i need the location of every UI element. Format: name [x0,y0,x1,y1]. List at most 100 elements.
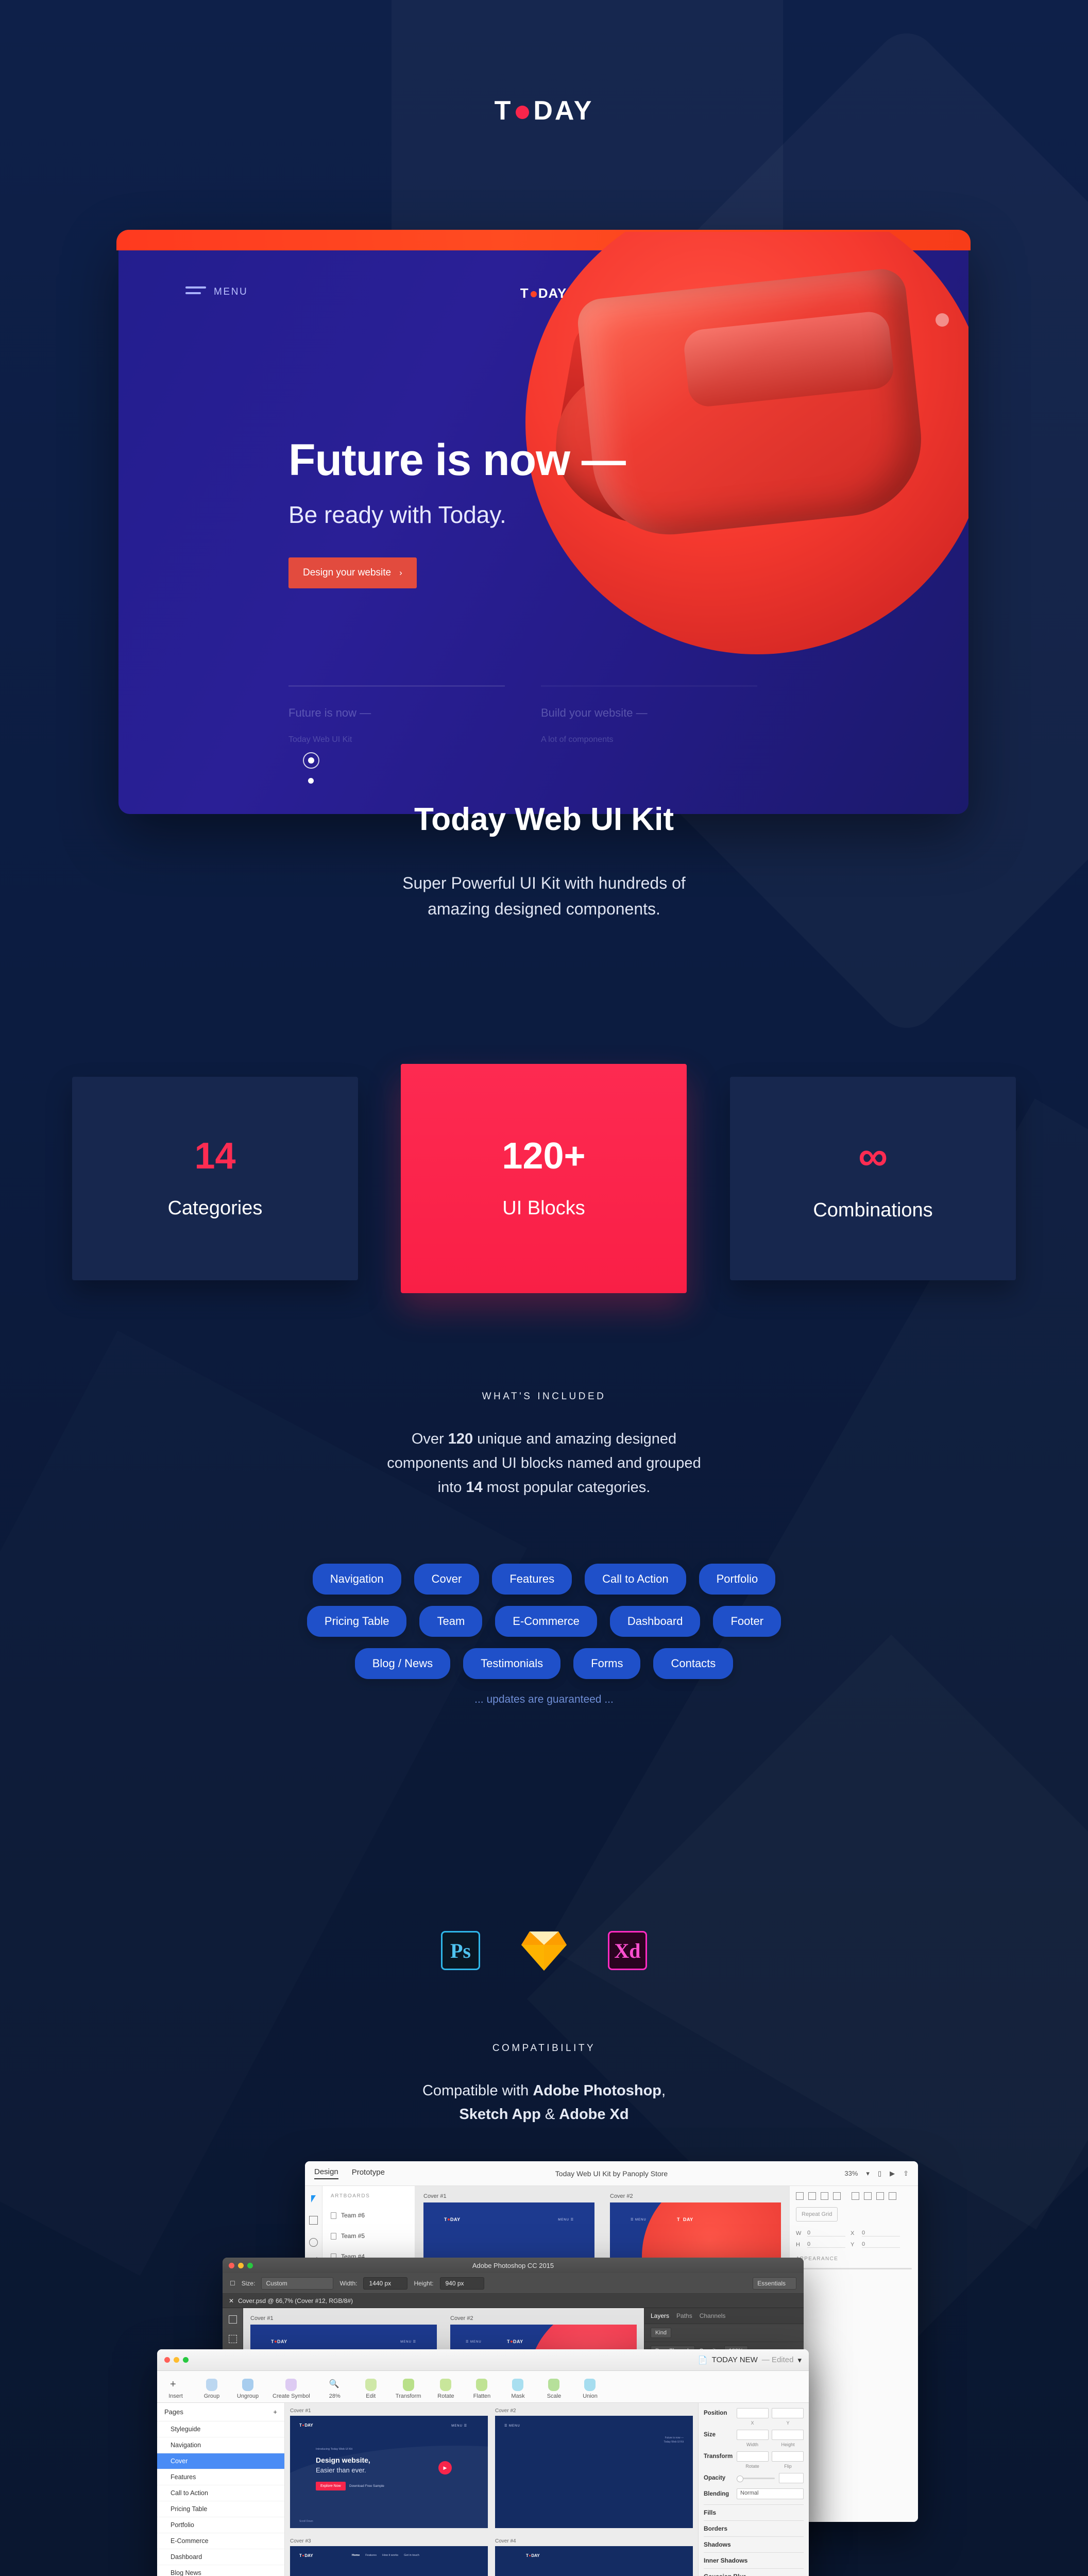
close-tab-icon[interactable]: ✕ [229,2297,234,2304]
pill-team[interactable]: Team [419,1606,483,1637]
pill-call-to-action[interactable]: Call to Action [585,1564,686,1595]
photoshop-document-tab[interactable]: ✕ Cover.psd @ 66,7% (Cover #12, RGB/8#) [223,2294,804,2308]
rotate-tool[interactable]: Rotate [434,2379,457,2399]
sketch-artboard-cover-1[interactable]: Cover #1 T DAY MENU ☰ Introducing Today W… [290,2408,488,2533]
size-select[interactable]: Custom [261,2277,334,2290]
design-your-website-button[interactable]: Design your website › [288,557,417,588]
sketch-canvas[interactable]: Cover #1 T DAY MENU ☰ Introducing Today W… [285,2403,698,2576]
marquee-tool-icon[interactable] [228,2335,237,2343]
sketch-page-dashboard[interactable]: Dashboard [157,2549,284,2565]
rotate-input[interactable] [737,2451,769,2462]
sketch-page-features[interactable]: Features [157,2469,284,2485]
panel-tabs[interactable]: Layers Paths Channels [644,2308,804,2324]
xd-artboard-item[interactable]: Team #6 [331,2205,415,2226]
align-middle-icon[interactable] [808,2192,816,2200]
height-input[interactable]: 940 px [439,2277,484,2290]
add-page-icon[interactable]: + [273,2408,277,2416]
chevron-down-icon[interactable]: ▾ [797,2355,802,2365]
opacity-input[interactable] [779,2473,804,2483]
height-value[interactable]: 0 [807,2241,845,2248]
insert-tool[interactable]: + Insert [164,2379,187,2399]
pill-features[interactable]: Features [492,1564,572,1595]
window-controls[interactable] [164,2357,189,2363]
group-tool[interactable]: Group [200,2379,223,2399]
pill-dashboard[interactable]: Dashboard [609,1606,701,1637]
section-fills[interactable]: Fills [704,2504,804,2520]
transform-tool[interactable]: Transform [396,2379,421,2399]
union-tool[interactable]: Union [579,2379,601,2399]
sketch-page-pricing-table[interactable]: Pricing Table [157,2501,284,2517]
position-y-input[interactable] [772,2408,804,2418]
ellipse-tool-icon[interactable] [309,2238,318,2247]
align-left-icon[interactable] [852,2192,859,2200]
align-center-icon[interactable] [833,2192,841,2200]
sketch-page-portfolio[interactable]: Portfolio [157,2517,284,2533]
slider-dot[interactable] [308,778,314,784]
blending-select[interactable]: Normal [737,2488,804,2499]
pill-cover[interactable]: Cover [414,1564,480,1595]
align-right-icon[interactable] [876,2192,884,2200]
scale-tool[interactable]: Scale [542,2379,565,2399]
pill-e-commerce[interactable]: E-Commerce [495,1606,597,1637]
slider-dot-active[interactable] [303,752,319,769]
width-input[interactable] [737,2430,769,2440]
align-top-icon[interactable] [796,2192,804,2200]
pill-testimonials[interactable]: Testimonials [463,1648,561,1679]
justify-icon[interactable] [889,2192,896,2200]
sketch-page-cover[interactable]: Cover [157,2453,284,2469]
ungroup-tool[interactable]: Ungroup [236,2379,259,2399]
flip-control[interactable] [772,2451,804,2462]
repeat-grid-button[interactable]: Repeat Grid [796,2207,838,2222]
minimize-icon[interactable] [174,2357,179,2363]
sketch-artboard-cover-3[interactable]: Cover #3 T DAY Home Features How it works Ge… [290,2538,488,2576]
sketch-page-e-commerce[interactable]: E-Commerce [157,2533,284,2549]
sketch-page-navigation[interactable]: Navigation [157,2437,284,2453]
sketch-page-styleguide[interactable]: Styleguide [157,2421,284,2437]
height-input[interactable] [772,2430,804,2440]
edit-tool[interactable]: Edit [360,2379,382,2399]
align-bottom-icon[interactable] [821,2192,828,2200]
tab-paths[interactable]: Paths [676,2312,692,2319]
rectangle-tool-icon[interactable] [309,2216,318,2225]
pill-portfolio[interactable]: Portfolio [699,1564,776,1595]
minimize-icon[interactable] [238,2262,244,2268]
zoom-control[interactable]: 🔍 28% [324,2379,346,2399]
pill-pricing-table[interactable]: Pricing Table [307,1606,407,1637]
sketch-artboard-cover-2[interactable]: Cover #2 ☰ MENU Future is now — Today We… [495,2408,693,2533]
crop-tool-icon[interactable] [228,2315,237,2324]
tab-layers[interactable]: Layers [651,2312,669,2319]
section-borders[interactable]: Borders [704,2520,804,2536]
x-value[interactable]: 0 [862,2230,900,2236]
section-shadows[interactable]: Shadows [704,2536,804,2552]
create-symbol-tool[interactable]: Create Symbol [273,2379,310,2399]
hero-slider-dots[interactable] [303,752,319,784]
sketch-page-blog-news[interactable]: Blog News [157,2565,284,2576]
hero-footer-item[interactable]: Build your website — A lot of components [541,685,757,744]
pill-forms[interactable]: Forms [573,1648,641,1679]
maximize-icon[interactable] [183,2357,189,2363]
pill-contacts[interactable]: Contacts [653,1648,734,1679]
opacity-slider[interactable] [737,2475,775,2482]
flatten-tool[interactable]: Flatten [470,2379,493,2399]
mask-tool[interactable]: Mask [506,2379,529,2399]
section-gaussian-blur[interactable]: Gaussian Blur [704,2568,804,2576]
crop-tool-icon[interactable]: ☐ [230,2280,235,2287]
close-icon[interactable] [229,2262,234,2268]
pill-footer[interactable]: Footer [713,1606,781,1637]
sketch-artboard-cover-4[interactable]: Cover #4 TDAY Bunch of UI Components [495,2538,693,2576]
tab-channels[interactable]: Channels [700,2312,726,2319]
close-icon[interactable] [164,2357,170,2363]
layer-filter-kind[interactable]: Kind [651,2328,672,2338]
sketch-page-call-to-action[interactable]: Call to Action [157,2485,284,2501]
section-inner-shadows[interactable]: Inner Shadows [704,2552,804,2568]
xd-opacity-slider[interactable] [796,2266,912,2272]
window-controls[interactable] [229,2262,253,2268]
maximize-icon[interactable] [247,2262,253,2268]
hero-footer-item[interactable]: Future is now — Today Web UI Kit [288,685,505,744]
width-input[interactable]: 1440 px [363,2277,408,2290]
position-x-input[interactable] [737,2408,769,2418]
cursor-tool-icon[interactable] [311,2195,316,2202]
width-value[interactable]: 0 [807,2230,845,2236]
pill-navigation[interactable]: Navigation [312,1564,401,1595]
xd-align-controls[interactable] [796,2192,912,2200]
